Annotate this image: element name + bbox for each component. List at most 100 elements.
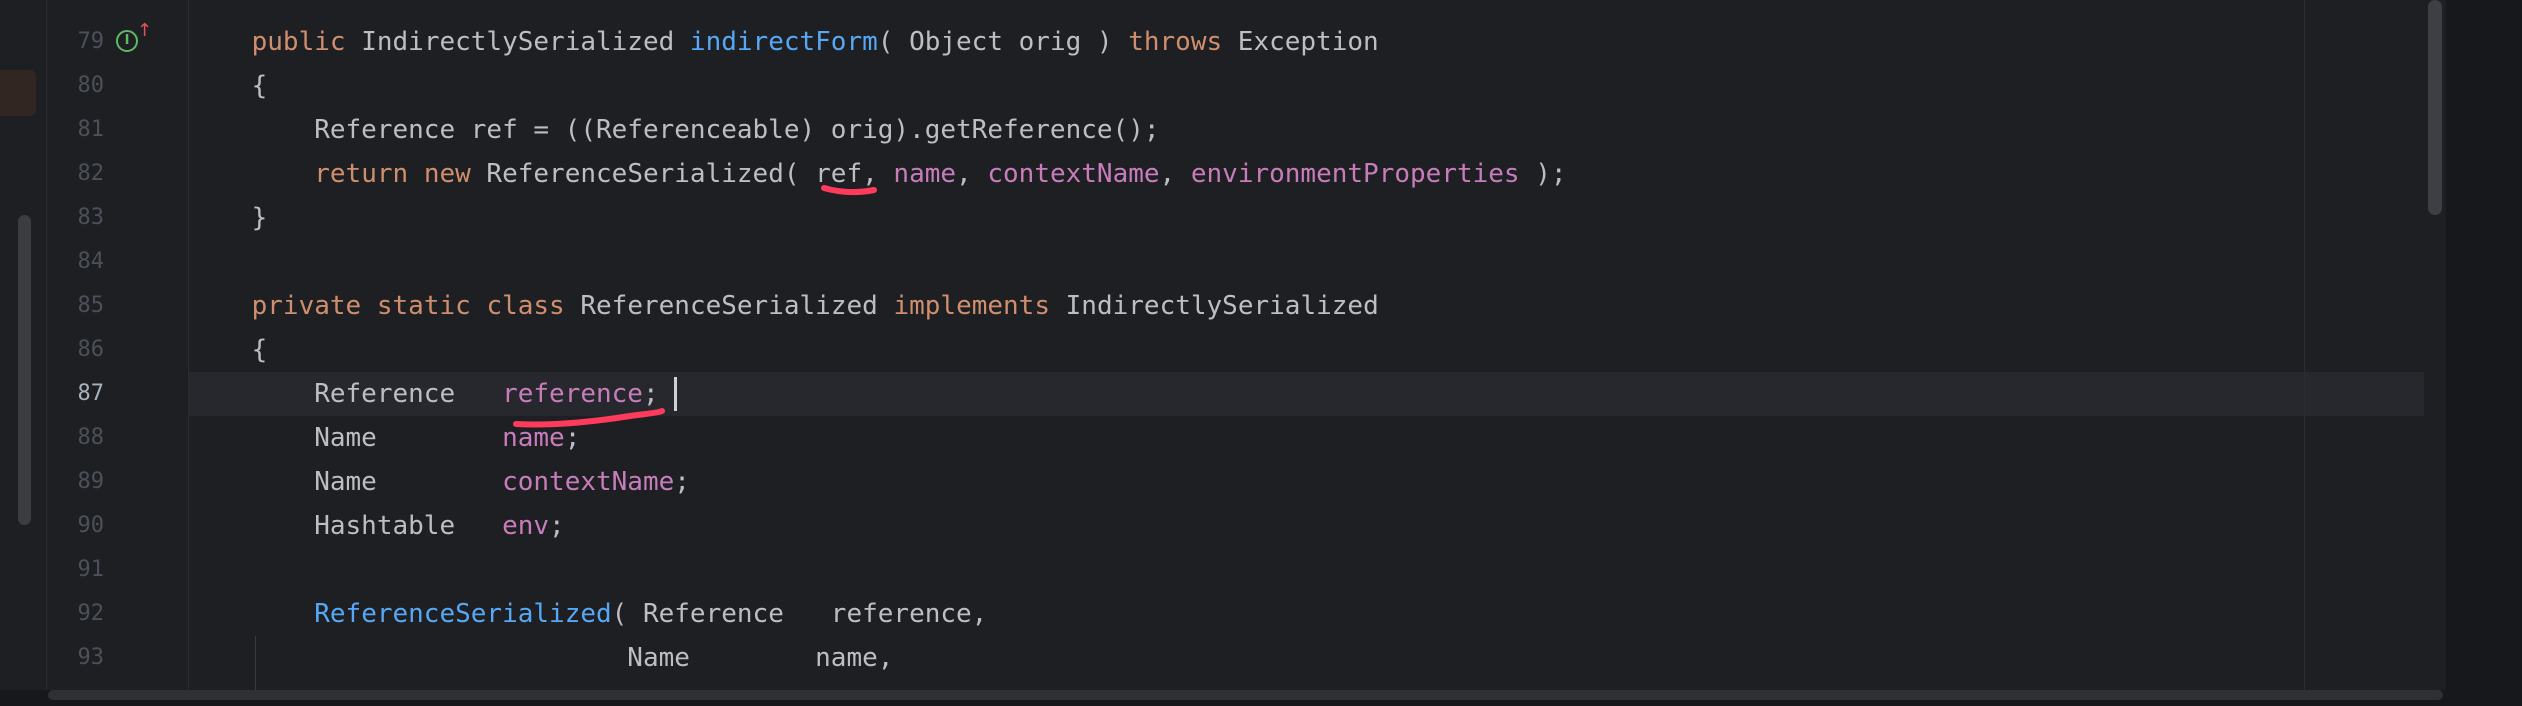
line-number[interactable]: 84 <box>48 240 105 284</box>
code-line[interactable]: { <box>189 64 2444 108</box>
right-margin-guide <box>2304 0 2305 690</box>
code-token: ( Reference reference, <box>611 599 988 629</box>
go-to-super-arrow-icon[interactable]: ↑ <box>137 22 152 42</box>
line-number[interactable]: 80 <box>48 64 105 108</box>
code-token: environmentProperties <box>1190 159 1520 189</box>
code-token: Reference ref = ((Referenceable) orig).g… <box>189 115 1160 145</box>
code-line[interactable]: Hashtable env; <box>189 504 2444 548</box>
code-line-text: Name contextName; <box>189 460 690 504</box>
code-token: IndirectlySerialized <box>345 27 690 57</box>
line-number[interactable]: 93 <box>48 636 105 680</box>
code-token: private <box>251 291 362 321</box>
line-number[interactable]: 89 <box>48 460 105 504</box>
code-line-text: Reference ref = ((Referenceable) orig).g… <box>189 108 1160 152</box>
code-token: ; <box>549 511 565 541</box>
code-line[interactable]: return new ReferenceSerialized( ref, nam… <box>189 152 2444 196</box>
line-number[interactable]: 81 <box>48 108 105 152</box>
line-number[interactable]: 79 <box>48 20 105 64</box>
left-tool-strip <box>0 0 47 706</box>
code-token: env <box>502 511 550 541</box>
code-token: ReferenceSerialized( ref, <box>470 159 894 189</box>
code-line-text: Name name; <box>189 416 580 460</box>
window-frame-right <box>2446 0 2522 706</box>
code-token: implements <box>893 291 1050 321</box>
indent-guide <box>255 636 256 690</box>
code-token: { <box>189 335 268 365</box>
line-number[interactable]: 91 <box>48 548 105 592</box>
code-token: Exception <box>1222 27 1379 57</box>
code-token: name <box>893 159 957 189</box>
code-line[interactable]: Name contextName; <box>189 460 2444 504</box>
code-line[interactable]: Reference reference; <box>189 372 2444 416</box>
code-token: IndirectlySerialized <box>1050 291 1379 321</box>
code-token: , <box>1159 159 1191 189</box>
code-line-text: public IndirectlySerialized indirectForm… <box>189 20 1379 64</box>
code-token: ); <box>1519 159 1567 189</box>
text-caret <box>674 377 677 411</box>
code-editor[interactable]: 79 80 81 82 83 84 85 86 87 88 89 90 91 92 93 I ↑ publi… <box>0 0 2522 706</box>
code-line[interactable]: ReferenceSerialized( Reference reference… <box>189 592 2444 636</box>
code-token: ReferenceSerialized <box>564 291 894 321</box>
code-line-text: { <box>189 64 268 108</box>
code-token: Reference <box>189 379 503 409</box>
vertical-scroll-thumb[interactable] <box>2428 0 2442 215</box>
code-line[interactable]: } <box>189 196 2444 240</box>
code-token: throws <box>1128 27 1223 57</box>
code-line-text: private static class ReferenceSerialized… <box>189 284 1379 328</box>
code-token: return <box>314 159 409 189</box>
code-line[interactable]: { <box>189 328 2444 372</box>
code-token: ; <box>564 423 581 453</box>
code-token: class <box>486 291 565 321</box>
code-token: Name <box>189 467 503 497</box>
code-token: contextName <box>987 159 1160 189</box>
line-number[interactable]: 82 <box>48 152 105 196</box>
code-token: contextName <box>502 467 675 497</box>
code-token: ; <box>642 379 659 409</box>
code-token: Hashtable <box>189 511 503 541</box>
code-line-text: return new ReferenceSerialized( ref, nam… <box>189 152 1567 196</box>
line-number[interactable]: 85 <box>48 284 105 328</box>
left-tab-marker[interactable] <box>0 70 36 116</box>
vertical-scrollbar[interactable] <box>2424 0 2446 690</box>
code-line-text: Name name, <box>189 636 893 680</box>
code-area[interactable]: public IndirectlySerialized indirectForm… <box>189 0 2444 690</box>
horizontal-scrollbar[interactable] <box>48 690 2443 700</box>
code-token: indirectForm <box>689 27 878 57</box>
code-line[interactable] <box>189 548 2444 592</box>
code-token: new <box>423 159 471 189</box>
left-scrollbar[interactable] <box>18 215 31 525</box>
code-token: ReferenceSerialized <box>314 599 612 629</box>
code-line[interactable] <box>189 240 2444 284</box>
code-token: , <box>956 159 988 189</box>
code-token: public <box>251 27 346 57</box>
code-line[interactable]: Reference ref = ((Referenceable) orig).g… <box>189 108 2444 152</box>
code-token: Name name, <box>189 643 894 673</box>
code-token: reference <box>502 379 643 409</box>
code-line[interactable]: public IndirectlySerialized indirectForm… <box>189 20 2444 64</box>
code-line-text: ReferenceSerialized( Reference reference… <box>189 592 987 636</box>
code-line-text: Reference reference; <box>189 372 659 416</box>
line-number[interactable]: 88 <box>48 416 105 460</box>
code-line[interactable]: Name name; <box>189 416 2444 460</box>
implementing-method-icon[interactable]: I <box>116 30 138 52</box>
line-number-gutter[interactable]: 79 80 81 82 83 84 85 86 87 88 89 90 91 92 93 I ↑ <box>48 0 189 690</box>
code-line[interactable]: private static class ReferenceSerialized… <box>189 284 2444 328</box>
line-number[interactable]: 90 <box>48 504 105 548</box>
code-token: Name <box>189 423 503 453</box>
code-line[interactable]: Name name, <box>189 636 2444 680</box>
line-number[interactable]: 87 <box>48 372 105 416</box>
code-token: name <box>502 423 565 453</box>
code-line-text: } <box>189 196 268 240</box>
code-token: static <box>376 291 471 321</box>
code-line-text: { <box>189 328 268 372</box>
line-number[interactable]: 86 <box>48 328 105 372</box>
line-number[interactable]: 83 <box>48 196 105 240</box>
line-number[interactable]: 92 <box>48 592 105 636</box>
